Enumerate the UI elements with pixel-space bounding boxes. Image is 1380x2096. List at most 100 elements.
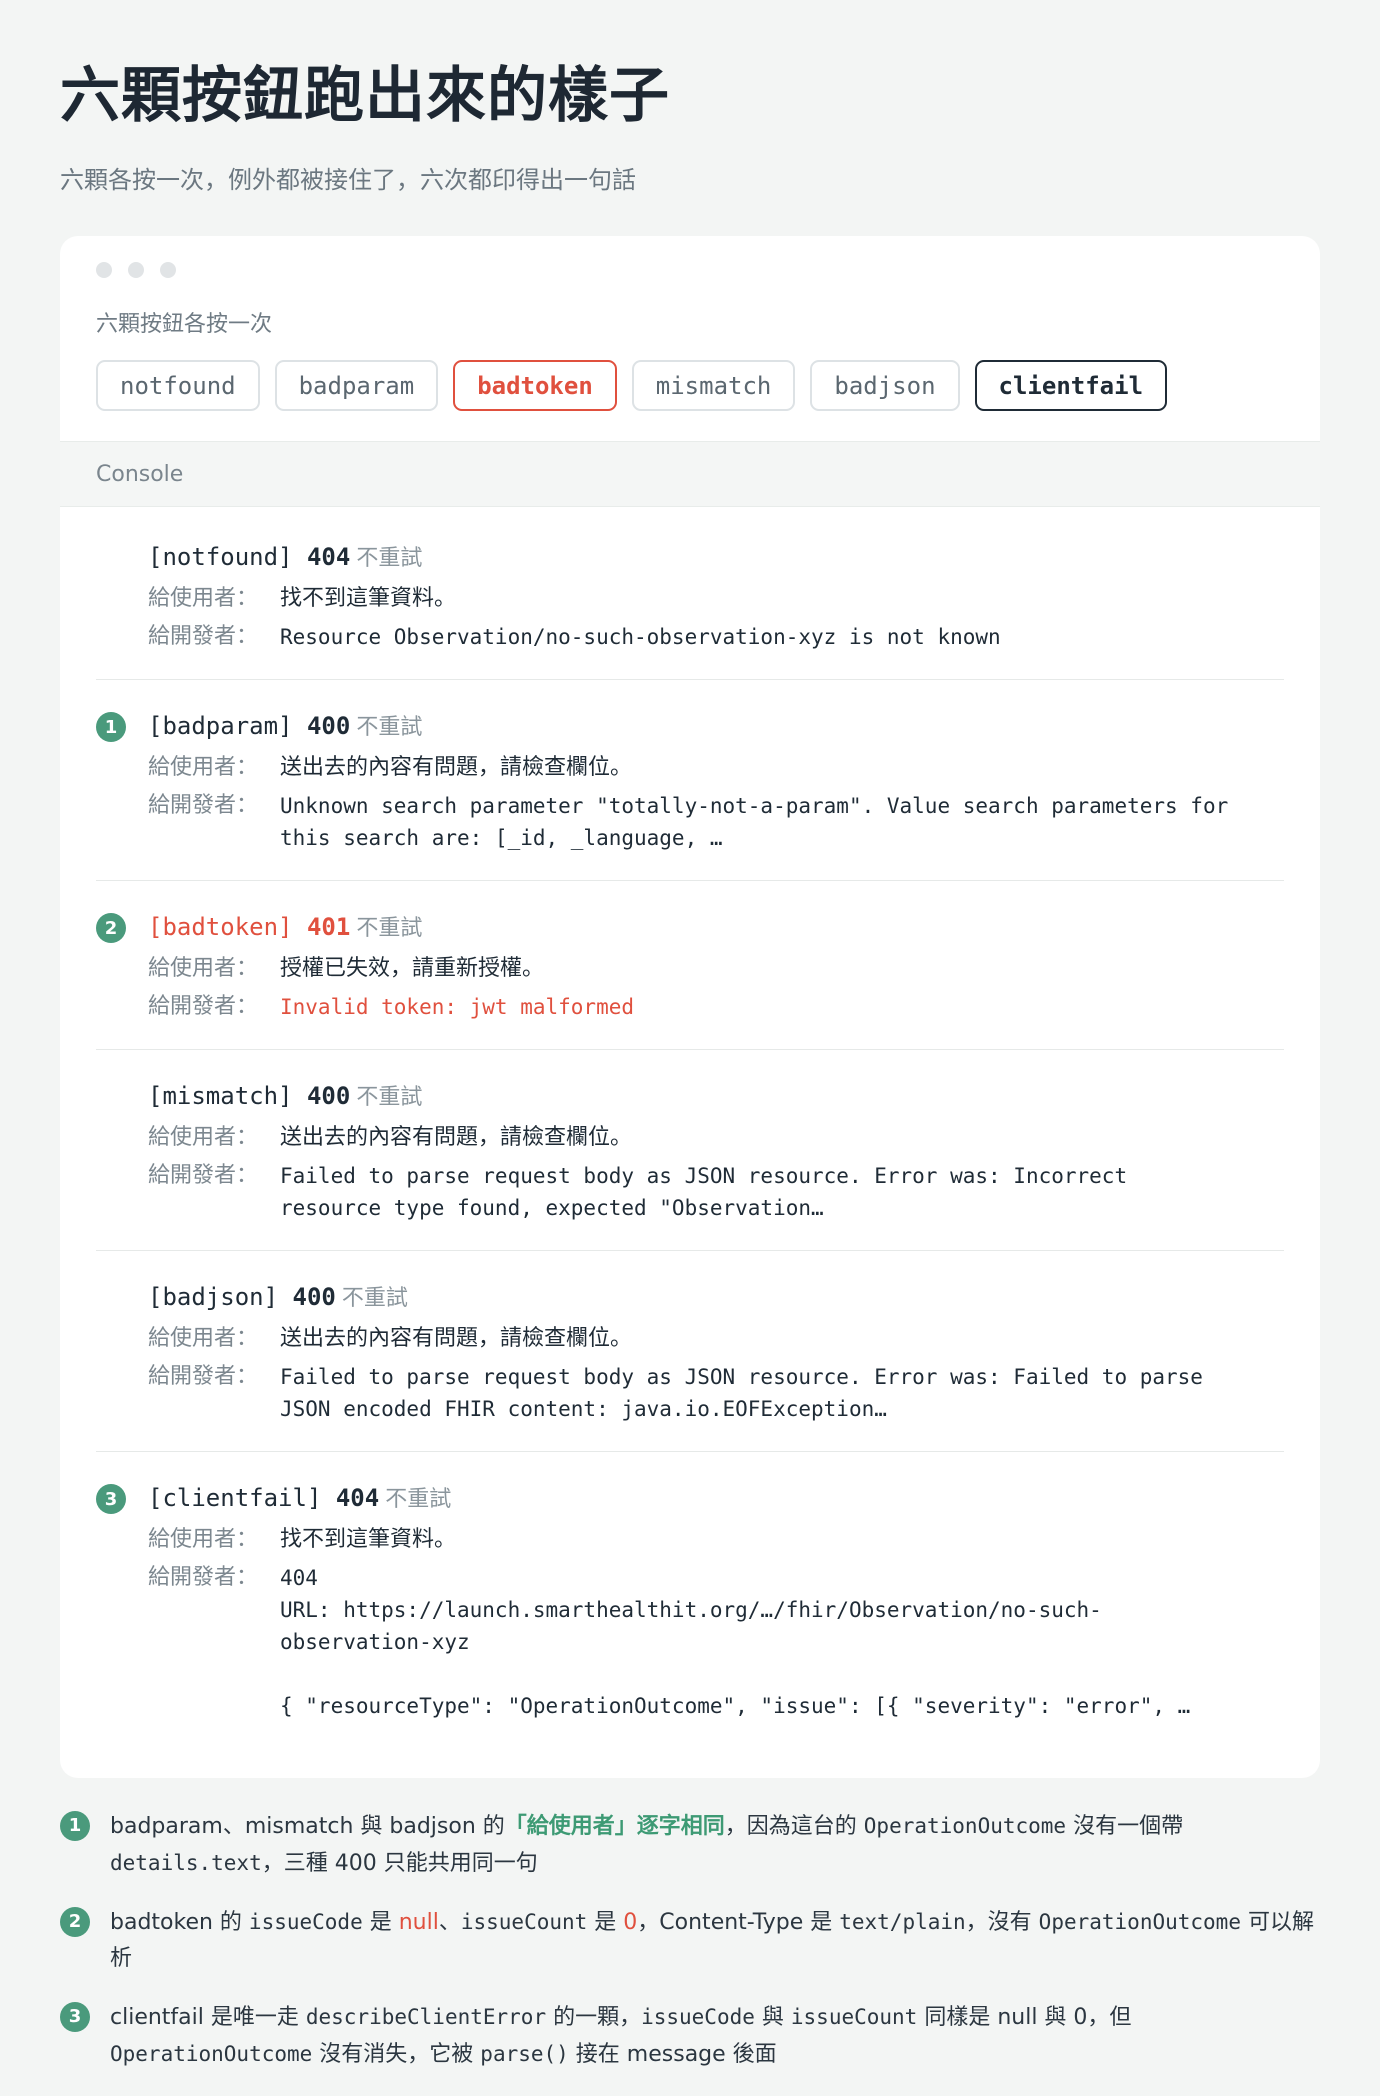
note-marker: 3 [60, 2002, 90, 2032]
console-header: Console [60, 441, 1320, 507]
note-text: ，Content-Type 是 [637, 1910, 840, 1935]
note-marker: 1 [60, 1811, 90, 1841]
no-retry-label: 不重試 [356, 546, 423, 571]
dev-label: 給開發者： [148, 793, 259, 818]
dev-label: 給開發者： [148, 994, 259, 1019]
clientfail-button[interactable]: clientfail [974, 360, 1168, 411]
log-entry-badjson: [badjson] 400 不重試 給使用者： 送出去的內容有問題，請檢查欄位。 給… [96, 1251, 1284, 1452]
page-title: 六顆按鈕跑出來的樣子 [60, 61, 670, 131]
note-code: details.text [110, 1851, 262, 1875]
note-text: 沒有一個帶 [1066, 1814, 1184, 1839]
note-text: 的一顆， [546, 2005, 642, 2030]
note-code: OperationOutcome [110, 2042, 313, 2066]
user-label: 給使用者： [148, 1125, 259, 1150]
log-entry-mismatch: [mismatch] 400 不重試 給使用者： 送出去的內容有問題，請檢查欄位。 … [96, 1050, 1284, 1251]
note-text: 沒有消失，它被 [312, 2042, 481, 2067]
note-code: issueCount [460, 1910, 588, 1934]
note-code: OperationOutcome [1038, 1910, 1241, 1934]
user-message: 找不到這筆資料。 [280, 1527, 457, 1552]
status-code: 401 [306, 913, 351, 941]
note-code: issueCount [790, 2005, 918, 2029]
note-code: OperationOutcome [863, 1814, 1067, 1838]
dev-label: 給開發者： [148, 1364, 259, 1389]
note-marker: 3 [96, 1484, 126, 1514]
badparam-button[interactable]: badparam [274, 360, 439, 411]
log-entry-head: [badtoken] 401 不重試 [148, 909, 1284, 947]
status-code: 400 [292, 1283, 336, 1311]
status-code: 400 [306, 1082, 351, 1110]
no-retry-label: 不重試 [356, 1085, 423, 1110]
user-message: 送出去的內容有問題，請檢查欄位。 [280, 755, 633, 780]
log-tag: [mismatch] [148, 1082, 293, 1110]
user-message: 授權已失效，請重新授權。 [280, 956, 545, 981]
log-entry-head: [badjson] 400 不重試 [148, 1279, 1284, 1317]
dev-label: 給開發者： [148, 1565, 259, 1590]
no-retry-label: 不重試 [356, 715, 423, 740]
status-code: 404 [306, 543, 351, 571]
button-row: notfound badparam badtoken mismatch badj… [96, 360, 1284, 411]
note-text: 是 [362, 1910, 399, 1935]
log-entry-head: [mismatch] 400 不重試 [148, 1078, 1284, 1116]
note-value: 0 [623, 1910, 638, 1935]
note-marker: 1 [96, 712, 126, 742]
window-controls [96, 262, 1284, 278]
dev-message: Resource Observation/no-such-observation… [280, 625, 1001, 649]
log-tag: [clientfail] [148, 1484, 322, 1512]
badjson-button[interactable]: badjson [810, 360, 960, 411]
log-entry-head: [notfound] 404 不重試 [148, 539, 1284, 577]
note-text: 是 [587, 1910, 624, 1935]
note-text: clientfail 是唯一走 [110, 2005, 306, 2030]
no-retry-label: 不重試 [341, 1286, 408, 1311]
user-label: 給使用者： [148, 956, 259, 981]
dev-message: Invalid token: jwt malformed [280, 995, 635, 1019]
note-highlight: 「給使用者」逐字相同 [504, 1814, 725, 1839]
log-entry-head: [badparam] 400 不重試 [148, 708, 1284, 746]
window-dot [160, 262, 176, 278]
log-entry-clientfail: 3 [clientfail] 404 不重試 給使用者： 找不到這筆資料。 給開發者… [96, 1452, 1284, 1748]
dev-message: 404 URL: https://launch.smarthealthit.or… [280, 1566, 1191, 1718]
user-message: 送出去的內容有問題，請檢查欄位。 [280, 1125, 633, 1150]
dev-label: 給開發者： [148, 624, 259, 649]
dev-message: Unknown search parameter "totally-not-a-… [280, 794, 1229, 850]
note-text: 同樣是 null 與 0，但 [917, 2005, 1132, 2030]
no-retry-label: 不重試 [385, 1487, 452, 1512]
no-retry-label: 不重試 [356, 916, 423, 941]
dev-message: Failed to parse request body as JSON res… [280, 1365, 1203, 1421]
note-text: 、 [438, 1910, 461, 1935]
badtoken-button[interactable]: badtoken [453, 360, 617, 411]
note-code: issueCode [248, 1910, 363, 1934]
status-code: 400 [306, 712, 351, 740]
note-text: ，三種 400 只能共用同一句 [261, 1851, 538, 1876]
note-marker: 2 [60, 1907, 90, 1937]
user-label: 給使用者： [148, 1326, 259, 1351]
window-dot [128, 262, 144, 278]
dev-label: 給開發者： [148, 1163, 259, 1188]
log-entry-notfound: [notfound] 404 不重試 給使用者： 找不到這筆資料。 給開發者： Res… [96, 511, 1284, 680]
log-tag: [badparam] [148, 712, 293, 740]
log-tag: [badtoken] [148, 913, 293, 941]
notfound-button[interactable]: notfound [96, 360, 260, 411]
note-text: ，沒有 [965, 1910, 1039, 1935]
note-text: 與 [754, 2005, 791, 2030]
user-message: 送出去的內容有問題，請檢查欄位。 [280, 1326, 633, 1351]
footnote-2: 2 badtoken 的 issueCode 是 null、issueCount… [60, 1904, 1320, 1977]
footnotes: 1 badparam、mismatch 與 badjson 的「給使用者」逐字相… [60, 1808, 1320, 2073]
note-code: describeClientError [305, 2005, 547, 2029]
note-text: 接在 message 後面 [568, 2042, 777, 2067]
note-value: null [398, 1910, 439, 1935]
note-code: text/plain [839, 1910, 966, 1934]
user-message: 找不到這筆資料。 [280, 586, 457, 611]
page-subtitle: 六顆各按一次，例外都被接住了，六次都印得出一句話 [60, 166, 636, 194]
mismatch-button[interactable]: mismatch [631, 360, 796, 411]
footnote-1: 1 badparam、mismatch 與 badjson 的「給使用者」逐字相… [60, 1808, 1320, 1882]
user-label: 給使用者： [148, 586, 259, 611]
user-label: 給使用者： [148, 1527, 259, 1552]
log-tag: [badjson] [148, 1283, 279, 1311]
user-label: 給使用者： [148, 755, 259, 780]
status-code: 404 [335, 1484, 380, 1512]
buttons-label: 六顆按鈕各按一次 [96, 312, 273, 337]
console-log: [notfound] 404 不重試 給使用者： 找不到這筆資料。 給開發者： Res… [60, 507, 1320, 1778]
note-text: ，因為這台的 [724, 1814, 864, 1839]
note-code: parse() [480, 2042, 569, 2066]
note-text: badtoken 的 [110, 1910, 249, 1935]
